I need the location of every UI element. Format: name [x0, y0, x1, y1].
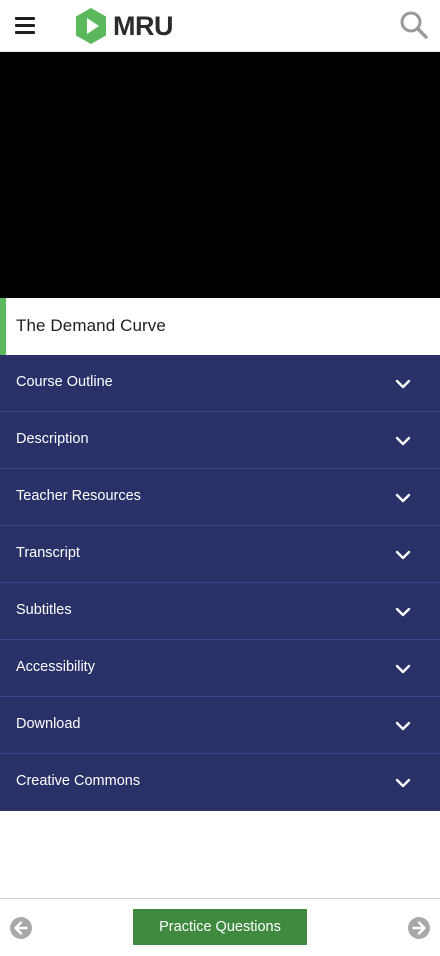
accordion-label: Download: [16, 716, 81, 732]
accordion-item-accessibility[interactable]: Accessibility: [0, 640, 440, 697]
chevron-down-icon: [395, 607, 411, 617]
play-hexagon-icon: [76, 8, 106, 44]
accordion-label: Subtitles: [16, 602, 72, 618]
accordion-label: Transcript: [16, 545, 80, 561]
practice-questions-button[interactable]: Practice Questions: [133, 909, 307, 945]
arrow-left-circle-icon[interactable]: [10, 917, 32, 939]
header: MRU: [0, 0, 440, 52]
menu-bar-bottom: [15, 31, 35, 34]
lesson-title: The Demand Curve: [16, 316, 166, 335]
lesson-title-bar: The Demand Curve: [0, 298, 440, 355]
hamburger-menu-icon[interactable]: [12, 13, 38, 39]
page: MRU The Demand Curve Course Outline Desc…: [0, 0, 440, 956]
accordion-item-download[interactable]: Download: [0, 697, 440, 754]
arrow-right-circle-icon[interactable]: [408, 917, 430, 939]
menu-bar-middle: [15, 24, 35, 27]
bottom-nav: Practice Questions: [0, 898, 440, 956]
chevron-down-icon: [395, 664, 411, 674]
accordion-item-creative-commons[interactable]: Creative Commons: [0, 754, 440, 811]
accordion-label: Course Outline: [16, 374, 113, 390]
logo-text: MRU: [113, 11, 174, 41]
chevron-down-icon: [395, 493, 411, 503]
menu-bar-top: [15, 17, 35, 20]
accordion-item-subtitles[interactable]: Subtitles: [0, 583, 440, 640]
accordion-label: Teacher Resources: [16, 488, 141, 504]
accordion-label: Description: [16, 431, 89, 447]
logo[interactable]: MRU: [74, 6, 174, 46]
accordion-item-course-outline[interactable]: Course Outline: [0, 355, 440, 412]
accordion: Course Outline Description Teacher Resou…: [0, 355, 440, 811]
accordion-item-description[interactable]: Description: [0, 412, 440, 469]
video-player[interactable]: [0, 52, 440, 298]
chevron-down-icon: [395, 778, 411, 788]
accordion-label: Accessibility: [16, 659, 95, 675]
accordion-label: Creative Commons: [16, 773, 141, 789]
chevron-down-icon: [395, 436, 411, 446]
search-icon[interactable]: [398, 9, 430, 41]
accordion-item-teacher-resources[interactable]: Teacher Resources: [0, 469, 440, 526]
chevron-down-icon: [395, 550, 411, 560]
accordion-item-transcript[interactable]: Transcript: [0, 526, 440, 583]
chevron-down-icon: [395, 721, 411, 731]
chevron-down-icon: [395, 379, 411, 389]
